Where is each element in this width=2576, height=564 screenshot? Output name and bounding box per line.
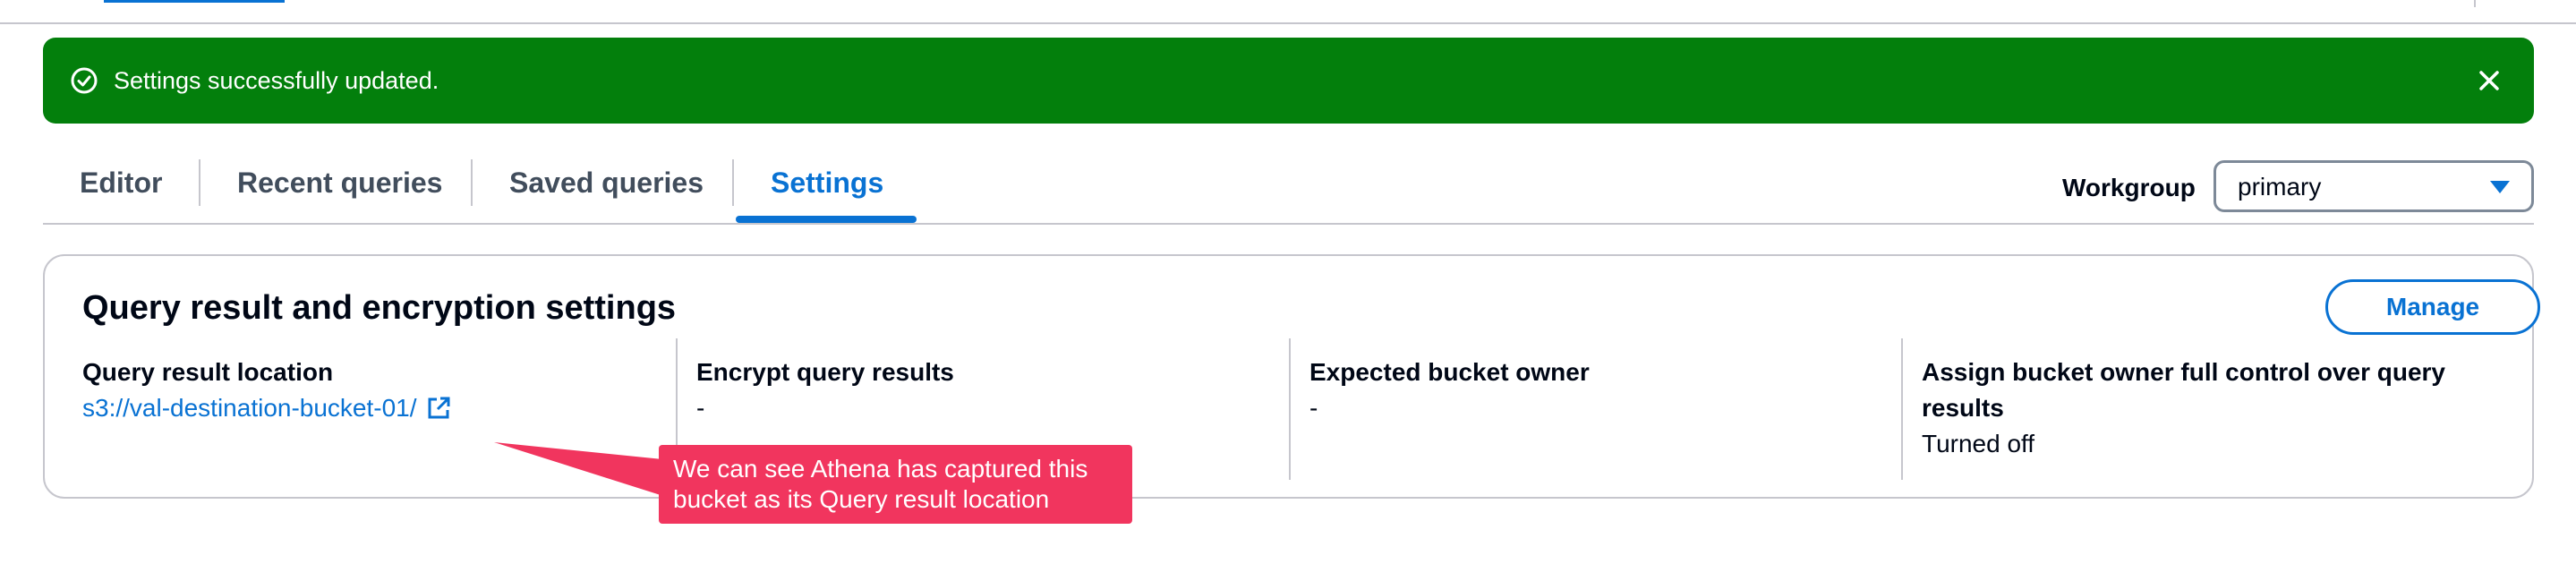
active-tab-indicator — [736, 216, 917, 223]
caret-down-icon — [2490, 181, 2510, 193]
column-query-result-location: Query result location s3://val-destinati… — [82, 355, 655, 426]
panel-title: Query result and encryption settings — [82, 289, 677, 327]
bucket-owner-full-control-heading: Assign bucket owner full control over qu… — [1922, 358, 2445, 422]
tab-saved-queries[interactable]: Saved queries — [509, 152, 704, 224]
success-flashbar: Settings successfully updated. — [43, 38, 2534, 124]
manage-button[interactable]: Manage — [2325, 279, 2540, 335]
flash-message: Settings successfully updated. — [114, 67, 439, 94]
annotation-callout: We can see Athena has captured this buck… — [659, 445, 1132, 524]
tab-separator — [199, 159, 200, 206]
check-circle-icon — [71, 67, 98, 94]
encrypt-query-results-heading: Encrypt query results — [696, 358, 954, 386]
workgroup-selected-value: primary — [2238, 173, 2322, 201]
column-encrypt-query-results: Encrypt query results - — [696, 355, 1269, 426]
tab-separator — [732, 159, 734, 206]
column-expected-bucket-owner: Expected bucket owner - — [1309, 355, 1882, 426]
tab-settings[interactable]: Settings — [771, 152, 883, 224]
workgroup-label: Workgroup — [2062, 174, 2196, 201]
encrypt-query-results-value: - — [696, 394, 705, 422]
column-bucket-owner-full-control: Assign bucket owner full control over qu… — [1922, 355, 2495, 462]
query-result-settings-panel: Query result and encryption settings Man… — [43, 254, 2540, 499]
column-divider — [1289, 338, 1291, 480]
close-icon[interactable] — [2473, 64, 2505, 97]
top-strip-divider — [2474, 0, 2476, 7]
external-link-icon — [428, 397, 450, 419]
s3-bucket-link-text: s3://val-destination-bucket-01/ — [82, 394, 417, 422]
tab-editor[interactable]: Editor — [80, 152, 162, 224]
query-result-location-heading: Query result location — [82, 358, 334, 386]
workgroup-select[interactable]: primary — [2213, 160, 2534, 212]
top-navigation-strip — [0, 0, 2576, 24]
tab-separator — [471, 159, 473, 206]
expected-bucket-owner-heading: Expected bucket owner — [1309, 358, 1590, 386]
tab-recent-queries[interactable]: Recent queries — [237, 152, 442, 224]
tab-bar-divider — [43, 223, 2534, 225]
expected-bucket-owner-value: - — [1309, 394, 1318, 422]
bucket-owner-full-control-value: Turned off — [1922, 430, 2035, 457]
top-strip-active-indicator — [104, 0, 285, 3]
column-divider — [1901, 338, 1903, 480]
s3-bucket-link[interactable]: s3://val-destination-bucket-01/ — [82, 390, 451, 426]
